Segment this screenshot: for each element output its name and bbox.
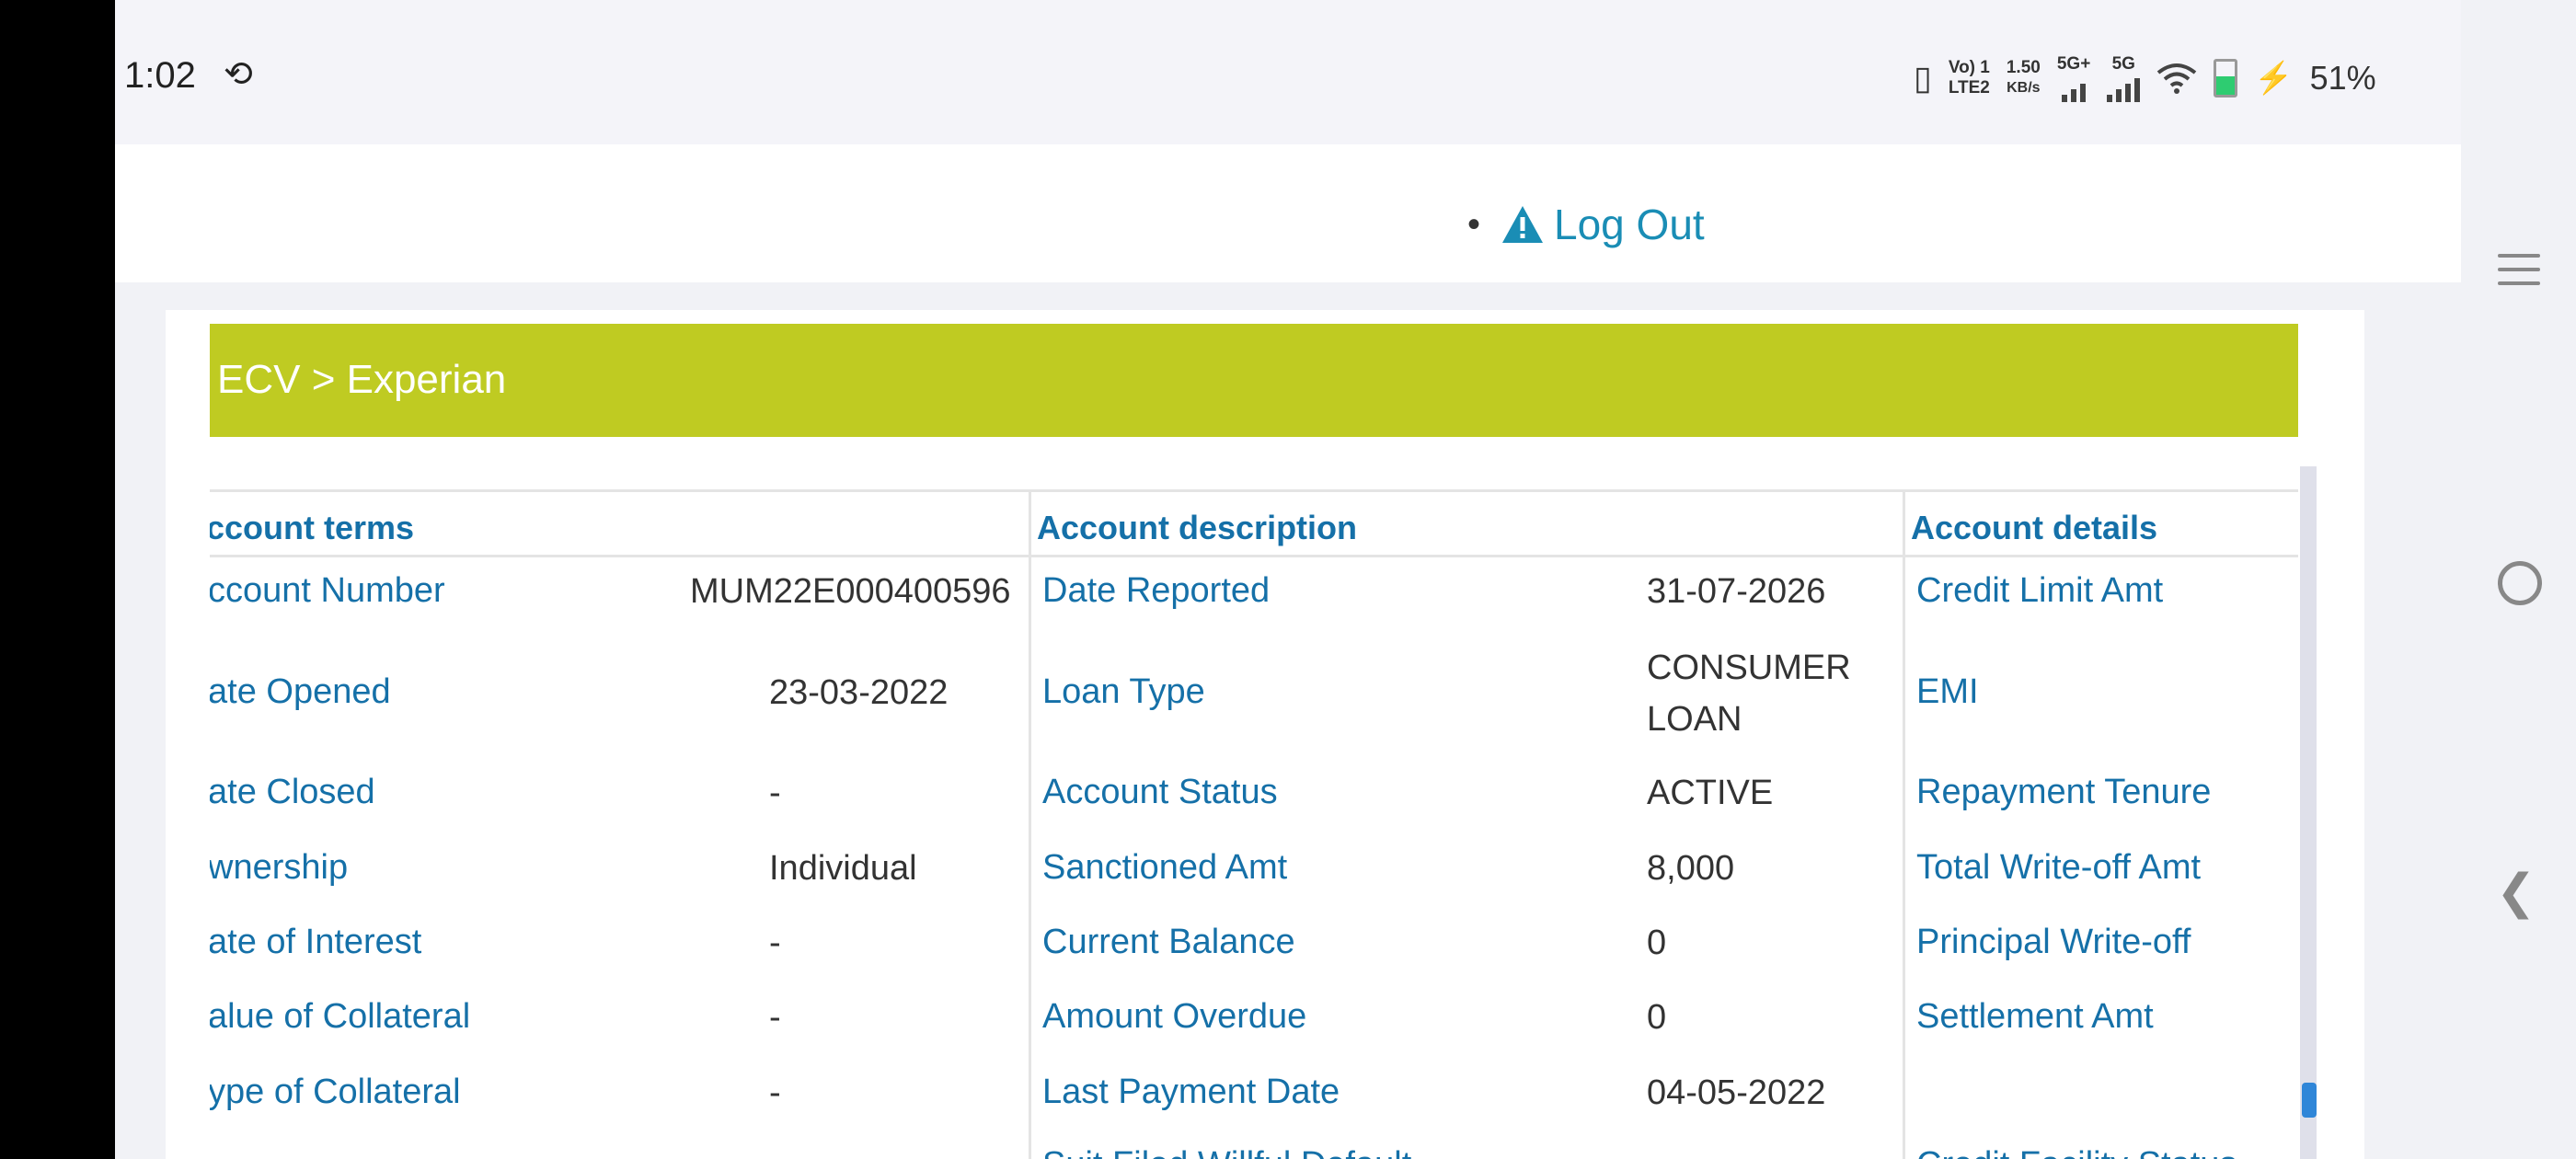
page-banner: ECV > Experian [210, 324, 2298, 437]
account-terms-column: ccount terms ccount Number MUM22E0004005… [210, 492, 1029, 1159]
row-value: - [769, 1073, 781, 1112]
network-indicator-1: Vo) 1 LTE2 [1948, 58, 1990, 98]
vibrate-icon: ▯ [1914, 59, 1932, 97]
sync-icon: ⟲ [224, 55, 253, 94]
row-value: - [769, 774, 781, 812]
account-details-column: Account details Credit Limit Amt EMI Rep… [1903, 492, 2298, 1159]
top-navigation: • Log Out [115, 144, 2461, 282]
row-label[interactable]: Current Balance [1042, 923, 1295, 962]
row-label[interactable]: Total Write-off Amt [1916, 848, 2201, 888]
row-label[interactable]: Last Payment Date [1042, 1073, 1340, 1112]
row-label[interactable]: ate Closed [210, 773, 375, 812]
row-value: 0 [1647, 924, 1667, 962]
row-label[interactable]: Sanctioned Amt [1042, 848, 1287, 888]
row-label[interactable]: Repayment Tenure [1916, 773, 2211, 812]
row-label[interactable]: Loan Type [1042, 672, 1205, 712]
row-label[interactable]: ccount Number [210, 571, 445, 611]
back-icon[interactable]: ❮ [2496, 865, 2536, 920]
column-header: Account details [1905, 492, 2298, 557]
row-value-line2: LOAN [1647, 700, 1742, 739]
phone-screen: 1:02 ⟲ ▯ Vo) 1 LTE2 1.50 KB/s 5G+ 5G ⚡ 5… [115, 0, 2461, 1159]
row-value: MUM22E000400596 [690, 572, 1011, 611]
row-label[interactable]: ate of Interest [210, 923, 421, 962]
account-description-column: Account description Date Reported 31-07-… [1029, 492, 1905, 1159]
charging-icon: ⚡ [2254, 61, 2294, 96]
android-nav-bar: ❮ [2461, 0, 2576, 1159]
signal-5gplus-icon: 5G+ [2057, 54, 2090, 102]
battery-percent: 51% [2309, 59, 2376, 97]
row-label[interactable]: EMI [1916, 672, 1979, 712]
account-table: ccount terms ccount Number MUM22E0004005… [210, 489, 2298, 1159]
row-label[interactable]: ype of Collateral [210, 1073, 461, 1112]
row-label[interactable]: Suit Filed Willful Default [1042, 1145, 1411, 1159]
battery-icon [2214, 59, 2238, 98]
signal-5g-icon: 5G [2107, 54, 2141, 102]
row-label[interactable]: Credit Limit Amt [1916, 571, 2163, 611]
row-value: Individual [769, 849, 917, 888]
row-label[interactable]: alue of Collateral [210, 997, 470, 1037]
column-header: ccount terms [210, 492, 1029, 557]
column-header: Account description [1031, 492, 1905, 557]
menu-icon[interactable] [2498, 254, 2540, 295]
row-label[interactable]: ate Opened [210, 672, 391, 712]
row-value: CONSUMER [1647, 648, 1851, 687]
row-value: - [769, 924, 781, 962]
row-value: 0 [1647, 998, 1667, 1037]
row-label[interactable]: Credit Facility Status [1916, 1145, 2237, 1159]
wifi-icon [2157, 63, 2197, 94]
row-value: - [769, 998, 781, 1037]
row-value: 8,000 [1647, 849, 1735, 888]
row-label[interactable]: Amount Overdue [1042, 997, 1306, 1037]
row-value: ACTIVE [1647, 774, 1774, 812]
row-label[interactable]: Account Status [1042, 773, 1278, 812]
row-value: 23-03-2022 [769, 673, 949, 712]
content-card: ECV > Experian ccount terms ccount Numbe… [166, 310, 2364, 1159]
logout-link[interactable]: • Log Out [1467, 200, 1705, 249]
table-scrollbar[interactable] [2300, 466, 2317, 1159]
row-value: 04-05-2022 [1647, 1073, 1826, 1112]
list-bullet: • [1467, 203, 1481, 245]
row-label[interactable]: wnership [210, 848, 348, 888]
table-scrollbar-thumb[interactable] [2302, 1083, 2317, 1118]
status-bar: 1:02 ⟲ ▯ Vo) 1 LTE2 1.50 KB/s 5G+ 5G ⚡ 5… [115, 0, 2461, 144]
network-speed: 1.50 KB/s [2006, 58, 2041, 96]
logout-label: Log Out [1554, 201, 1705, 248]
home-icon[interactable] [2498, 561, 2542, 605]
status-time: 1:02 [124, 55, 196, 96]
row-value: 31-07-2026 [1647, 572, 1826, 611]
breadcrumb: ECV > Experian [217, 357, 507, 402]
row-label[interactable]: Principal Write-off [1916, 923, 2191, 962]
warning-icon [1502, 206, 1544, 243]
row-label[interactable]: Date Reported [1042, 571, 1270, 611]
status-icons: ▯ Vo) 1 LTE2 1.50 KB/s 5G+ 5G ⚡ 51% [1914, 51, 2376, 106]
row-label[interactable]: Settlement Amt [1916, 997, 2154, 1037]
